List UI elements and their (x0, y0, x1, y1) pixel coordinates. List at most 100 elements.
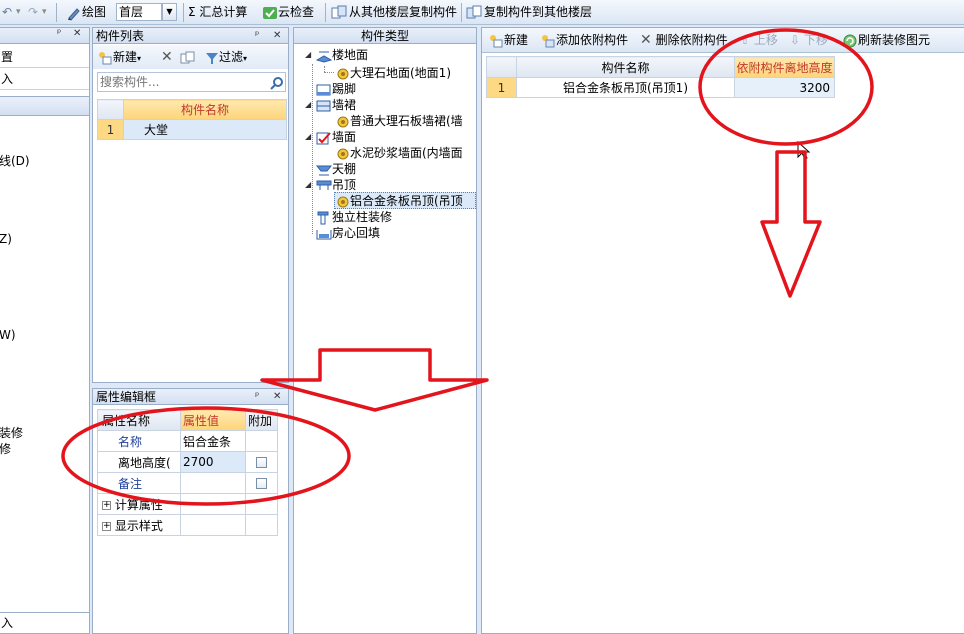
row-number: 1 (97, 119, 124, 140)
cloud-check-label: 云检查 (278, 5, 315, 19)
sigma-icon: Σ (188, 5, 196, 19)
delete-attached-button[interactable]: ✕ 删除依附构件 (640, 31, 728, 50)
new-icon (99, 51, 112, 64)
expand-icon[interactable]: + (102, 500, 111, 510)
collapse-icon[interactable]: ◢ (305, 50, 311, 59)
tree-item-label: 墙裙 (332, 98, 357, 112)
sum-calculate-button[interactable]: Σ 汇总计算 (188, 3, 247, 22)
new-component-button[interactable]: 新建▾ (97, 48, 141, 67)
left-panel-row[interactable]: 入 (0, 68, 89, 90)
tree-item-label: 普通大理石板墙裙(墙 (350, 114, 463, 128)
tree-item-label: 天棚 (332, 162, 357, 176)
component-search-input[interactable] (98, 73, 266, 91)
close-icon[interactable]: ✕ (273, 389, 281, 405)
new-attached-button[interactable]: 新建 (488, 31, 528, 50)
floor-select-value: 首层 (119, 5, 144, 19)
close-icon[interactable]: ✕ (273, 28, 281, 44)
collapse-icon[interactable]: ◢ (305, 180, 311, 189)
tree-item-suspended-ceiling[interactable]: 吊顶 (316, 176, 356, 193)
property-height-value[interactable]: 2700 (180, 451, 246, 473)
filter-icon (206, 52, 218, 64)
table-row[interactable]: + 显示样式 (97, 514, 278, 536)
tree-item-floor[interactable]: 楼地面 (316, 46, 368, 63)
attach-checkbox[interactable] (256, 478, 267, 489)
tree-item-skirting[interactable]: 踢脚 (316, 80, 356, 97)
component-type-titlebar: 构件类型 (294, 28, 476, 44)
move-up-button[interactable]: ⇧ 上移 (740, 31, 778, 50)
floor-select-chevron-down-icon[interactable]: ▼ (162, 3, 177, 21)
close-icon[interactable]: ✕ (73, 28, 81, 39)
pin-icon[interactable]: ᵖ (57, 28, 61, 39)
pin-icon[interactable]: ᵖ (255, 389, 259, 405)
property-name-value[interactable]: 铝合金条 (180, 430, 246, 452)
undo-dropdown-icon[interactable]: ▾ (16, 3, 21, 22)
tree-item-column-finish[interactable]: 独立柱装修 (316, 208, 392, 225)
property-editor-titlebar: 属性编辑框 ᵖ ✕ (93, 389, 288, 405)
toolbar-separator (56, 3, 57, 22)
property-group-calc[interactable]: + 计算属性 (97, 493, 181, 515)
refresh-finishes-button[interactable]: 刷新装修图元 (842, 31, 930, 50)
property-remark-value[interactable] (180, 472, 246, 494)
floor-select[interactable]: 首层 (116, 3, 162, 21)
property-group-display[interactable]: + 显示样式 (97, 514, 181, 536)
search-icon[interactable] (270, 76, 284, 90)
component-name-cell[interactable]: 大堂 (123, 119, 287, 140)
tree-item-ceiling[interactable]: 天棚 (316, 160, 356, 177)
tree-item-dado-marble[interactable]: 普通大理石板墙裙(墙 (336, 112, 463, 129)
tree-item-wall-cement[interactable]: 水泥砂浆墙面(内墙面 (336, 144, 463, 161)
new-label: 新建 (113, 50, 138, 64)
sum-calculate-label: 汇总计算 (199, 5, 248, 19)
attached-name-cell[interactable]: 铝合金条板吊顶(吊顶1) (516, 77, 735, 98)
tree-item-backfill[interactable]: 房心回填 (316, 224, 380, 241)
component-name-header[interactable]: 构件名称 (516, 56, 735, 78)
left-tree-item[interactable]: 线(D) (0, 152, 30, 169)
copy-from-floor-button[interactable]: 从其他楼层复制构件 (331, 3, 457, 22)
left-tree-item[interactable]: Z) (0, 232, 12, 246)
copy-from-floor-icon (331, 5, 347, 18)
tree-item-floor-marble[interactable]: 大理石地面(地面1) (336, 64, 451, 81)
attached-height-cell[interactable]: 3200 (734, 77, 835, 98)
left-tree-item[interactable]: 装修 (0, 424, 23, 441)
property-name-label: 名称 (97, 430, 181, 452)
expand-icon[interactable]: + (102, 521, 111, 531)
redo-icon[interactable]: ↷ (28, 3, 38, 22)
left-panel-row[interactable]: 置 (0, 46, 89, 68)
component-name-header[interactable]: 构件名称 (123, 99, 287, 120)
left-panel-bottom-row[interactable]: 入 (0, 612, 89, 632)
property-extra-cell (245, 493, 278, 515)
collapse-icon[interactable]: ◢ (305, 132, 311, 141)
filter-button[interactable]: 过滤▾ (205, 48, 247, 67)
add-attached-button[interactable]: 添加依附构件 (540, 31, 628, 50)
attached-height-header[interactable]: 依附构件离地高度 (734, 56, 835, 78)
refresh-icon (843, 34, 857, 47)
tree-item-aluminum-ceiling[interactable]: 铝合金条板吊顶(吊顶 (336, 192, 463, 209)
collapse-icon[interactable]: ◢ (305, 100, 311, 109)
column-finish-icon (317, 211, 329, 224)
table-row[interactable]: 1 大堂 (97, 119, 287, 140)
left-panel-section-header (0, 96, 89, 116)
draw-button[interactable]: 绘图 (66, 3, 106, 22)
copy-to-floor-button[interactable]: 复制构件到其他楼层 (466, 3, 592, 22)
cloud-check-button[interactable]: 云检查 (262, 3, 314, 22)
left-tree-item[interactable]: 修 (0, 440, 11, 457)
left-tree-item[interactable]: W) (0, 328, 16, 342)
property-extra-cell (245, 514, 278, 536)
move-down-label: 下移 (803, 33, 828, 47)
copy-icon[interactable] (180, 51, 196, 65)
table-row: 备注 (97, 472, 278, 494)
left-navigation-panel: ᵖ ✕ 置 入 线(D) Z) W) 装修 修 入 (0, 27, 90, 634)
table-row[interactable]: + 计算属性 (97, 493, 278, 515)
table-row[interactable]: 1 铝合金条板吊顶(吊顶1) 3200 (486, 77, 835, 98)
pin-icon[interactable]: ᵖ (255, 28, 259, 44)
property-editor-panel: 属性编辑框 ᵖ ✕ 属性名称 属性值 附加 名称 铝合金条 离地高度( 2700… (92, 388, 289, 634)
attach-checkbox[interactable] (256, 457, 267, 468)
undo-icon[interactable]: ↶ (2, 3, 12, 22)
toolbar-separator (183, 3, 184, 22)
tree-item-wall-finish[interactable]: 墙面 (316, 128, 356, 145)
delete-icon[interactable]: ✕ (161, 48, 173, 67)
add-attached-icon (542, 34, 555, 47)
move-down-button[interactable]: ⇩ 下移 (790, 31, 828, 50)
redo-dropdown-icon[interactable]: ▾ (42, 3, 47, 22)
tree-item-dado[interactable]: 墙裙 (316, 96, 356, 113)
arrow-up-icon: ⇧ (740, 33, 751, 47)
